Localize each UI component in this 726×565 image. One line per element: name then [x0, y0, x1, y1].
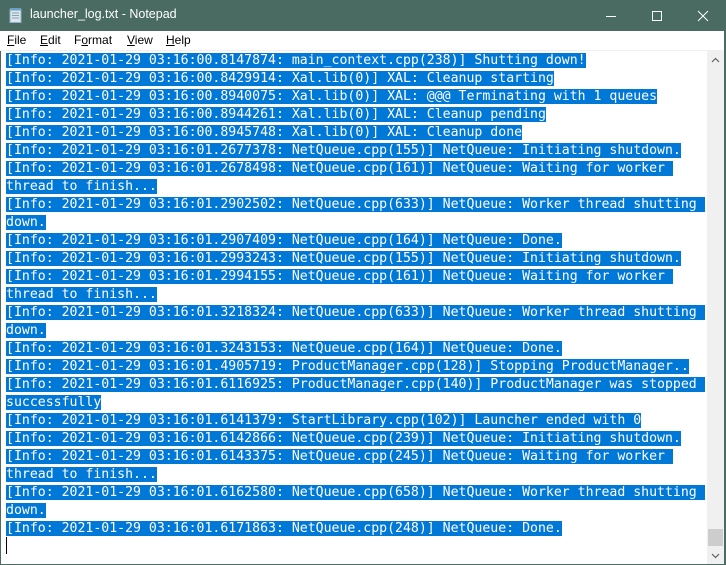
text-line: thread to finish...: [6, 286, 706, 304]
selected-text: [Info: 2021-01-29 03:16:01.4905719: Prod…: [6, 359, 689, 374]
selected-text: down.: [6, 215, 46, 230]
menu-format-label: rmat: [88, 33, 113, 47]
menu-file-label: ile: [14, 33, 27, 47]
selected-text: [Info: 2021-01-29 03:16:00.8429914: Xal.…: [6, 71, 554, 86]
selected-text: [Info: 2021-01-29 03:16:01.2907409: NetQ…: [6, 233, 562, 248]
text-line: [Info: 2021-01-29 03:16:01.2678498: NetQ…: [6, 160, 706, 178]
minimize-button[interactable]: [588, 0, 634, 31]
selected-text: [Info: 2021-01-29 03:16:01.3243153: NetQ…: [6, 341, 562, 356]
text-line: down.: [6, 322, 706, 340]
menu-format[interactable]: Format: [74, 33, 112, 47]
selected-text: [Info: 2021-01-29 03:16:01.6141379: Star…: [6, 413, 642, 428]
selected-text: [Info: 2021-01-29 03:16:01.2678498: NetQ…: [6, 161, 673, 176]
notepad-app-icon: [9, 8, 23, 23]
text-line: [Info: 2021-01-29 03:16:00.8944261: Xal.…: [6, 106, 706, 124]
scroll-down-button[interactable]: [707, 547, 724, 564]
text-line: [Info: 2021-01-29 03:16:01.3218324: NetQ…: [6, 304, 706, 322]
selected-text: [Info: 2021-01-29 03:16:00.8945748: Xal.…: [6, 125, 523, 140]
vertical-scrollbar[interactable]: [707, 51, 724, 564]
text-editor[interactable]: [Info: 2021-01-29 03:16:00.8147874: main…: [1, 51, 707, 564]
text-line: [Info: 2021-01-29 03:16:00.8940075: Xal.…: [6, 88, 706, 106]
text-line: [Info: 2021-01-29 03:16:00.8147874: main…: [6, 52, 706, 70]
text-line: [Info: 2021-01-29 03:16:01.6171863: NetQ…: [6, 520, 706, 538]
selected-text: [Info: 2021-01-29 03:16:01.3218324: NetQ…: [6, 305, 705, 320]
text-line: [Info: 2021-01-29 03:16:00.8945748: Xal.…: [6, 124, 706, 142]
minimize-icon: [606, 15, 616, 17]
selected-text: [Info: 2021-01-29 03:16:00.8944261: Xal.…: [6, 107, 546, 122]
text-line: [Info: 2021-01-29 03:16:01.6141379: Star…: [6, 412, 706, 430]
menu-help[interactable]: Help: [166, 33, 191, 47]
text-line: down.: [6, 214, 706, 232]
selected-text: [Info: 2021-01-29 03:16:01.6142866: NetQ…: [6, 431, 681, 446]
selected-text: [Info: 2021-01-29 03:16:01.2994155: NetQ…: [6, 269, 673, 284]
text-caret: [6, 537, 7, 554]
selected-text: down.: [6, 503, 46, 518]
menu-view[interactable]: View: [127, 33, 153, 47]
chevron-down-icon: [711, 553, 720, 558]
text-line: [Info: 2021-01-29 03:16:01.2993243: NetQ…: [6, 250, 706, 268]
text-line: [Info: 2021-01-29 03:16:01.6143375: NetQ…: [6, 448, 706, 466]
scrollbar-thumb[interactable]: [708, 529, 723, 546]
selected-text: [Info: 2021-01-29 03:16:00.8147874: main…: [6, 53, 586, 68]
menu-edit-mnemonic: E: [40, 33, 49, 47]
text-line: successfully: [6, 394, 706, 412]
menu-file[interactable]: File: [7, 33, 26, 47]
menu-bar: File Edit Format View Help: [0, 31, 724, 51]
selected-text: [Info: 2021-01-29 03:16:00.8940075: Xal.…: [6, 89, 658, 104]
text-line: [Info: 2021-01-29 03:16:01.6162580: NetQ…: [6, 484, 706, 502]
close-icon: [697, 10, 709, 21]
selected-text: thread to finish...: [6, 179, 157, 194]
notepad-window: launcher_log.txt - Notepad File Edit For…: [0, 0, 726, 565]
selected-text: [Info: 2021-01-29 03:16:01.2677378: NetQ…: [6, 143, 681, 158]
text-line: [Info: 2021-01-29 03:16:00.8429914: Xal.…: [6, 70, 706, 88]
menu-edit-label: dit: [48, 33, 61, 47]
selected-text: thread to finish...: [6, 467, 157, 482]
text-line: thread to finish...: [6, 466, 706, 484]
selected-text: [Info: 2021-01-29 03:16:01.6116925: Prod…: [6, 377, 705, 392]
text-line: [Info: 2021-01-29 03:16:01.3243153: NetQ…: [6, 340, 706, 358]
selected-text: [Info: 2021-01-29 03:16:01.2993243: NetQ…: [6, 251, 681, 266]
menu-edit[interactable]: Edit: [40, 33, 61, 47]
window-title: launcher_log.txt - Notepad: [30, 7, 177, 21]
text-line: [Info: 2021-01-29 03:16:01.2902502: NetQ…: [6, 196, 706, 214]
selected-text: thread to finish...: [6, 287, 157, 302]
text-line: down.: [6, 502, 706, 520]
selected-text: successfully: [6, 395, 102, 410]
selected-text: [Info: 2021-01-29 03:16:01.6143375: NetQ…: [6, 449, 673, 464]
menu-view-label: iew: [134, 33, 153, 47]
menu-view-mnemonic: V: [127, 33, 135, 47]
selected-text: [Info: 2021-01-29 03:16:01.6162580: NetQ…: [6, 485, 705, 500]
chevron-up-icon: [711, 57, 720, 62]
selected-text: down.: [6, 323, 46, 338]
text-line: thread to finish...: [6, 178, 706, 196]
menu-help-label: elp: [174, 33, 191, 47]
selected-text: [Info: 2021-01-29 03:16:01.2902502: NetQ…: [6, 197, 705, 212]
maximize-button[interactable]: [634, 0, 680, 31]
title-bar[interactable]: launcher_log.txt - Notepad: [0, 0, 726, 31]
text-line: [Info: 2021-01-29 03:16:01.4905719: Prod…: [6, 358, 706, 376]
text-line: [Info: 2021-01-29 03:16:01.6116925: Prod…: [6, 376, 706, 394]
text-line: [Info: 2021-01-29 03:16:01.6142866: NetQ…: [6, 430, 706, 448]
text-line: [Info: 2021-01-29 03:16:01.2994155: NetQ…: [6, 268, 706, 286]
editor-text-area[interactable]: [Info: 2021-01-29 03:16:00.8147874: main…: [6, 52, 706, 556]
text-line: [6, 538, 706, 556]
selected-text: [Info: 2021-01-29 03:16:01.6171863: NetQ…: [6, 521, 562, 536]
scroll-up-button[interactable]: [707, 51, 724, 68]
text-line: [Info: 2021-01-29 03:16:01.2907409: NetQ…: [6, 232, 706, 250]
close-button[interactable]: [680, 0, 726, 31]
maximize-icon: [652, 10, 662, 21]
menu-help-mnemonic: H: [166, 33, 175, 47]
text-line: [Info: 2021-01-29 03:16:01.2677378: NetQ…: [6, 142, 706, 160]
